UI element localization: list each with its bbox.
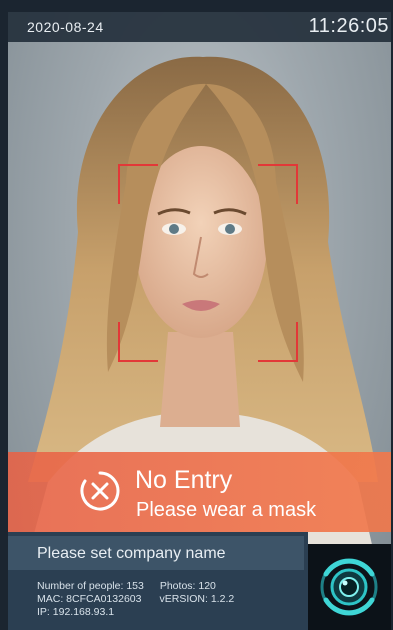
face-recognition-screen: 2020-08-24 11:26:05 No Entry Please wear… [0, 0, 393, 630]
status-time: 11:26:05 [308, 15, 389, 37]
status-bar: 2020-08-24 11:26:05 [8, 12, 391, 42]
access-alert-banner: No Entry Please wear a mask [8, 452, 391, 532]
frame-corner-bottom-left [118, 322, 158, 362]
device-info-panel: Please set company name Number of people… [8, 532, 308, 630]
people-label: Number of people: [37, 580, 124, 592]
company-name-label: Please set company name [37, 545, 226, 562]
stats-row-mac: MAC: 8CFCA0132603 vERSION: 1.2.2 [37, 593, 234, 606]
ip-value: 192.168.93.1 [52, 606, 115, 618]
status-date: 2020-08-24 [27, 19, 104, 35]
frame-corner-bottom-right [258, 322, 298, 362]
alert-title: No Entry [135, 466, 233, 494]
ip-label: IP: [37, 606, 50, 618]
device-stats: Number of people: 153 Photos: 120 MAC: 8C… [37, 580, 234, 619]
frame-corner-top-left [118, 164, 158, 204]
people-count: 153 [126, 580, 144, 592]
stats-row-counts: Number of people: 153 Photos: 120 [37, 580, 234, 593]
face-detection-frame [118, 164, 298, 362]
alert-message: Please wear a mask [136, 499, 317, 521]
company-name-field[interactable]: Please set company name [8, 536, 304, 570]
version-value: 1.2.2 [210, 593, 235, 605]
photos-count: 120 [198, 580, 216, 592]
camera-lens-logo-icon [308, 544, 391, 630]
mac-label: MAC: [37, 593, 64, 605]
version-label: vERSION: [159, 593, 208, 605]
close-circle-icon [79, 470, 121, 512]
stats-row-ip: IP: 192.168.93.1 [37, 606, 234, 619]
photos-label: Photos: [159, 580, 196, 592]
frame-corner-top-right [258, 164, 298, 204]
mac-value: 8CFCA0132603 [66, 593, 142, 605]
